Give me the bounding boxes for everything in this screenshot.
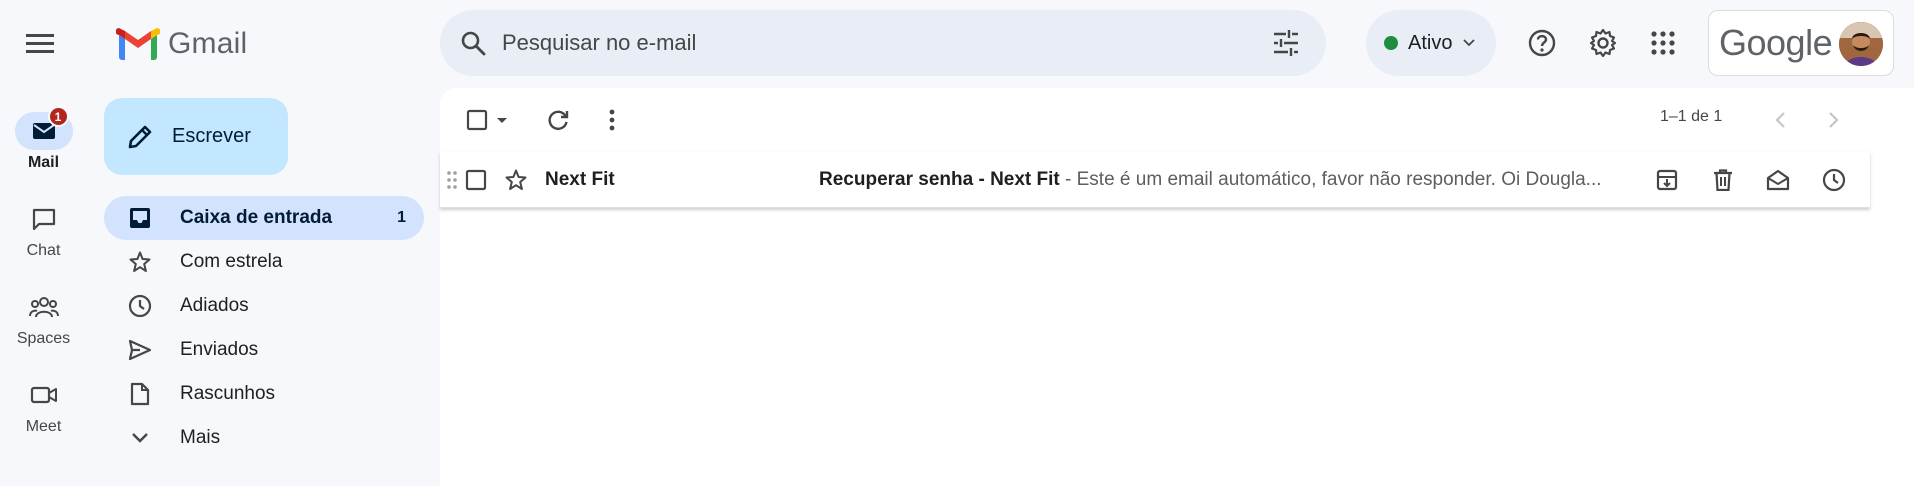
message-list-panel bbox=[440, 88, 1914, 486]
more-vert-icon bbox=[609, 109, 615, 131]
clock-icon bbox=[128, 294, 152, 318]
rail-label-spaces: Spaces bbox=[16, 330, 71, 347]
refresh-button[interactable] bbox=[542, 104, 574, 136]
rail-item-meet[interactable]: Meet bbox=[0, 376, 87, 436]
google-account-button[interactable]: Google bbox=[1708, 10, 1894, 76]
rail-label-mail: Mail bbox=[27, 154, 60, 171]
checkbox-icon bbox=[465, 169, 487, 191]
user-avatar-icon bbox=[1839, 22, 1883, 66]
pagination-text: 1–1 de 1 bbox=[1660, 108, 1723, 125]
clock-icon bbox=[1822, 168, 1846, 192]
checkbox-icon bbox=[466, 109, 488, 131]
archive-icon bbox=[1656, 169, 1678, 191]
star-icon bbox=[505, 169, 527, 190]
hamburger-menu-icon bbox=[26, 34, 54, 53]
more-actions-button[interactable] bbox=[596, 104, 628, 136]
email-subject-line: Recuperar senha - Next Fit - Este é um e… bbox=[819, 169, 1629, 191]
older-page-button[interactable] bbox=[1820, 104, 1848, 136]
gmail-wordmark: Gmail bbox=[168, 27, 248, 60]
select-all-checkbox[interactable] bbox=[462, 104, 514, 136]
apps-button[interactable] bbox=[1643, 23, 1683, 63]
delete-button[interactable] bbox=[1713, 152, 1733, 208]
snooze-button[interactable] bbox=[1822, 152, 1846, 208]
nav-label-drafts: Rascunhos bbox=[180, 383, 276, 404]
nav-item-snoozed[interactable]: Adiados bbox=[104, 284, 424, 328]
search-icon bbox=[461, 31, 486, 56]
main-menu-button[interactable] bbox=[22, 28, 58, 58]
newer-page-button[interactable] bbox=[1766, 104, 1794, 136]
trash-icon bbox=[1714, 169, 1732, 191]
rail-item-spaces[interactable]: Spaces bbox=[0, 288, 87, 348]
nav-item-inbox[interactable]: Caixa de entrada 1 bbox=[104, 196, 424, 240]
chevron-down-icon bbox=[1463, 39, 1476, 47]
nav-item-starred[interactable]: Com estrela bbox=[104, 240, 424, 284]
mail-unread-badge: 1 bbox=[47, 106, 69, 127]
nav-label-snoozed: Adiados bbox=[180, 295, 249, 316]
drafts-icon bbox=[1766, 169, 1790, 191]
send-icon bbox=[128, 339, 152, 361]
avatar bbox=[1839, 22, 1883, 66]
compose-label: Escrever bbox=[172, 125, 251, 147]
star-icon bbox=[129, 251, 151, 272]
nav-item-more[interactable]: Mais bbox=[104, 416, 424, 460]
nav-label-sent: Enviados bbox=[180, 339, 259, 360]
chevron-left-icon bbox=[1775, 112, 1785, 128]
email-subject: Recuperar senha - Next Fit bbox=[819, 169, 1060, 190]
inbox-unread-count: 1 bbox=[397, 209, 406, 226]
chat-icon bbox=[32, 208, 55, 231]
rail-item-mail[interactable]: 1 Mail bbox=[0, 106, 87, 172]
search-options-button[interactable] bbox=[1272, 29, 1300, 57]
archive-button[interactable] bbox=[1656, 152, 1678, 208]
draft-icon bbox=[130, 382, 150, 406]
refresh-icon bbox=[548, 110, 569, 130]
video-camera-icon bbox=[30, 386, 57, 404]
support-button[interactable] bbox=[1522, 23, 1562, 63]
email-star-toggle[interactable] bbox=[504, 152, 528, 208]
apps-grid-icon bbox=[1651, 31, 1675, 55]
nav-item-drafts[interactable]: Rascunhos bbox=[104, 372, 424, 416]
gmail-m-icon bbox=[116, 28, 160, 60]
chevron-right-icon bbox=[1829, 112, 1839, 128]
help-icon bbox=[1528, 29, 1556, 57]
pencil-icon bbox=[128, 125, 152, 148]
rail-item-chat[interactable]: Chat bbox=[0, 200, 87, 260]
nav-label-starred: Com estrela bbox=[180, 251, 283, 272]
search-button[interactable] bbox=[460, 30, 488, 56]
nav-label-more: Mais bbox=[180, 427, 221, 448]
gear-icon bbox=[1589, 28, 1617, 58]
email-snippet: - Este é um email automático, favor não … bbox=[1059, 169, 1602, 190]
google-wordmark: Google bbox=[1719, 22, 1833, 63]
email-sender: Next Fit bbox=[545, 169, 615, 190]
chevron-down-icon bbox=[132, 433, 148, 443]
email-checkbox[interactable] bbox=[465, 152, 487, 208]
email-row[interactable]: Next Fit Recuperar senha - Next Fit - Es… bbox=[440, 152, 1870, 208]
gmail-logo[interactable]: Gmail bbox=[116, 24, 247, 64]
settings-button[interactable] bbox=[1583, 23, 1623, 63]
search-bar bbox=[440, 10, 1326, 76]
status-dot bbox=[1384, 36, 1398, 50]
nav-label-inbox: Caixa de entrada bbox=[180, 207, 333, 228]
app-rail: 1 Mail Chat Spaces Meet bbox=[0, 0, 87, 486]
status-label: Ativo bbox=[1408, 31, 1453, 54]
drag-handle[interactable] bbox=[446, 152, 458, 208]
search-input[interactable] bbox=[502, 30, 1262, 56]
status-selector[interactable]: Ativo bbox=[1366, 10, 1496, 76]
drag-indicator-icon bbox=[447, 171, 457, 189]
rail-label-meet: Meet bbox=[25, 418, 62, 435]
rail-label-chat: Chat bbox=[26, 242, 61, 259]
nav-item-sent[interactable]: Enviados bbox=[104, 328, 424, 372]
compose-button[interactable]: Escrever bbox=[104, 98, 288, 175]
mark-as-read-button[interactable] bbox=[1766, 152, 1790, 208]
tune-icon bbox=[1274, 30, 1298, 56]
inbox-icon bbox=[130, 208, 150, 228]
spaces-icon bbox=[28, 297, 59, 318]
caret-down-icon bbox=[497, 118, 507, 123]
